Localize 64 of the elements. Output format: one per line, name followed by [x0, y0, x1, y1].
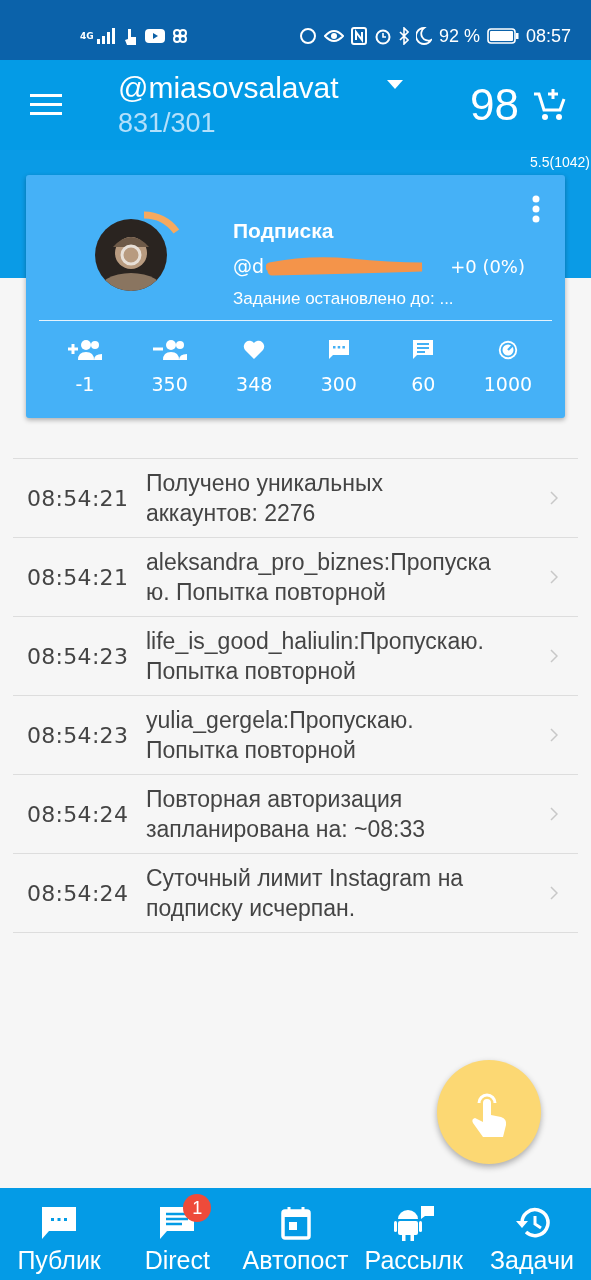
more-button[interactable] — [532, 195, 540, 223]
log-message: life_is_good_haliulin:Пропускаю. Попытка повторной — [146, 627, 485, 686]
clock: 08:57 — [525, 25, 571, 47]
stat-value: -1 — [75, 373, 95, 395]
balance: 98 — [470, 80, 519, 130]
eye-icon — [323, 29, 344, 43]
dropdown-icon[interactable] — [386, 80, 403, 90]
calendar-icon — [280, 1206, 311, 1240]
network-label: 4G — [80, 31, 94, 41]
notification-badge: 1 — [183, 1194, 212, 1222]
log-time: 08:54:24 — [27, 801, 130, 827]
log-time: 08:54:24 — [27, 880, 130, 906]
battery-icon — [486, 28, 519, 44]
play-icon — [144, 29, 165, 43]
battery-percent: 92 % — [438, 25, 480, 47]
tap-button[interactable] — [437, 1060, 541, 1164]
task-status: Задание остановлено до: ... — [233, 289, 455, 309]
moon-icon — [415, 27, 432, 45]
chat-icon — [41, 1206, 78, 1240]
chevron-icon — [550, 728, 558, 742]
log-message: Получено уникальных аккаунтов: 2276 — [146, 469, 384, 528]
stat-value: 348 — [236, 373, 273, 395]
log-entry[interactable]: 08:54:23 life_is_good_haliulin:Пропускаю. Попытка повторной — [13, 617, 578, 696]
chevron-icon — [550, 649, 558, 663]
android-icon — [393, 1205, 434, 1241]
log-message: yulia_gergela:Пропускаю. Попытка повторной — [146, 706, 415, 765]
menu-button[interactable] — [30, 94, 62, 116]
circle-icon — [298, 27, 317, 45]
log-entry[interactable]: 08:54:24 Суточный лимит Instagram на подписку исчерпан. — [13, 854, 578, 933]
heart-icon — [243, 339, 266, 361]
signal-icon — [96, 28, 117, 44]
message-icon — [412, 339, 435, 361]
log-time: 08:54:21 — [27, 564, 130, 590]
nav-tab[interactable]: 1 Direct — [118, 1193, 237, 1275]
growth-value: +0 (0%) — [450, 255, 525, 277]
chevron-icon — [550, 807, 558, 821]
nfc-icon — [350, 27, 367, 45]
progress-arc — [143, 211, 180, 234]
add-cart-icon[interactable] — [533, 88, 567, 122]
hand-icon — [123, 27, 138, 45]
remove-people-icon — [152, 339, 187, 361]
log-time: 08:54:23 — [27, 643, 130, 669]
account-counts: 831/301 — [118, 107, 217, 140]
account-handle: @d — [233, 254, 265, 279]
log-message: Суточный лимит Instagram на подписку исчерпан. — [146, 864, 465, 923]
version-label: 5.5(1042) — [530, 153, 591, 170]
log-message: Повторная авторизация запланирована на: ~08:33 — [146, 785, 427, 844]
stat-value: 60 — [411, 373, 436, 395]
stat-value: 1000 — [483, 373, 533, 395]
chevron-icon — [550, 491, 558, 505]
log-message: aleksandra_pro_biznes:Пропускаю. Попытка повторной — [146, 548, 491, 607]
comment-icon — [327, 339, 350, 361]
alarm-icon — [373, 27, 392, 45]
log-time: 08:54:21 — [27, 485, 130, 511]
stat-value: 350 — [151, 373, 188, 395]
log-entry[interactable]: 08:54:21 aleksandra_pro_biznes:Пропускаю. Попытка повторной — [13, 538, 578, 617]
log-time: 08:54:23 — [27, 722, 130, 748]
stat-value: 300 — [320, 373, 357, 395]
chevron-icon — [550, 570, 558, 584]
chevron-icon — [550, 886, 558, 900]
history-icon — [513, 1207, 550, 1239]
bluetooth-icon — [398, 27, 409, 45]
task-title: Подписка — [233, 218, 335, 244]
add-people-icon — [68, 339, 102, 361]
